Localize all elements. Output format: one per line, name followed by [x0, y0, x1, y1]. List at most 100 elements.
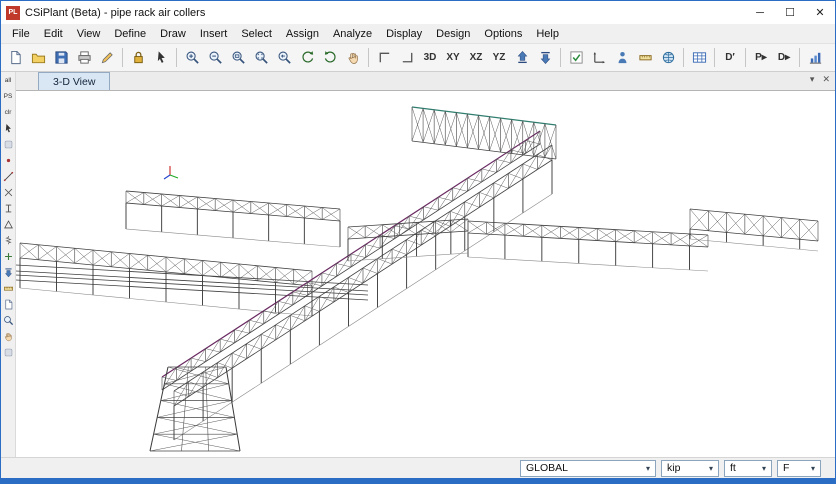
frame-limits-icon	[377, 50, 392, 65]
move-view-down-button[interactable]	[534, 47, 556, 69]
assign-spring-button[interactable]	[2, 234, 15, 247]
design-results-button[interactable]	[804, 47, 826, 69]
frame-limits-button[interactable]	[373, 47, 395, 69]
rotate-view-right-icon	[323, 50, 338, 65]
menu-define[interactable]: Define	[107, 26, 153, 42]
open-file-button[interactable]	[27, 47, 49, 69]
middle-region: all PS clr 3-D View ▾ ✕	[1, 72, 835, 457]
view-yz-button[interactable]: YZ	[488, 47, 510, 69]
menu-file[interactable]: File	[5, 26, 37, 42]
view-xy-button[interactable]: XY	[442, 47, 464, 69]
snap-toggle-button[interactable]	[565, 47, 587, 69]
tab-close-icon[interactable]: ✕	[822, 74, 830, 85]
zoom-in-icon	[185, 50, 200, 65]
previous-selection-button[interactable]: PS	[2, 90, 15, 103]
zoom-out-button[interactable]	[204, 47, 226, 69]
rotate-view-left-icon	[300, 50, 315, 65]
pan-view-icon	[346, 50, 361, 65]
object-shrink-button[interactable]	[611, 47, 633, 69]
select-all-button[interactable]: all	[2, 74, 15, 87]
global-axes-marker	[164, 166, 178, 179]
model-segment-right-portal-row	[468, 221, 708, 271]
menu-analyze[interactable]: Analyze	[326, 26, 379, 42]
assign-support-button[interactable]	[2, 218, 15, 231]
save-file-icon	[54, 50, 69, 65]
menu-display[interactable]: Display	[379, 26, 429, 42]
close-button[interactable]: ✕	[805, 1, 835, 24]
quick-draw-brace-button[interactable]	[2, 186, 15, 199]
zoom-previous-button[interactable]	[273, 47, 295, 69]
length-units-combo[interactable]: ft▾	[724, 460, 772, 477]
zoom-window-button[interactable]	[227, 47, 249, 69]
lock-model-button[interactable]	[127, 47, 149, 69]
note-tool-button[interactable]	[2, 298, 15, 311]
view-3d-button[interactable]: 3D	[419, 47, 441, 69]
display-p-button[interactable]: P▸	[750, 47, 772, 69]
move-view-up-button[interactable]	[511, 47, 533, 69]
model-segment-right-truss-bridge	[690, 209, 818, 251]
draw-frame-button[interactable]	[2, 170, 15, 183]
select-pointer-button[interactable]	[150, 47, 172, 69]
show-axes-button[interactable]	[588, 47, 610, 69]
measure-button[interactable]	[634, 47, 656, 69]
clear-selection-button[interactable]: clr	[2, 106, 15, 119]
force-units-combo[interactable]: kip▾	[661, 460, 719, 477]
move-view-down-icon	[538, 50, 553, 65]
draw-frame-icon	[3, 171, 14, 182]
globe-view-button[interactable]	[657, 47, 679, 69]
select-all-label: all	[5, 77, 12, 84]
zoom-window-icon	[231, 50, 246, 65]
save-file-button[interactable]	[50, 47, 72, 69]
draw-point-button[interactable]	[2, 154, 15, 167]
zoom-in-button[interactable]	[181, 47, 203, 69]
rotate-view-right-button[interactable]	[319, 47, 341, 69]
pan-tool-button[interactable]	[2, 330, 15, 343]
rotate-view-left-button[interactable]	[296, 47, 318, 69]
pan-view-button[interactable]	[342, 47, 364, 69]
display-d-button[interactable]: D▸	[773, 47, 795, 69]
model-canvas[interactable]	[16, 91, 835, 457]
menu-select[interactable]: Select	[234, 26, 279, 42]
insert-node-button[interactable]	[2, 250, 15, 263]
view-xz-button[interactable]: XZ	[465, 47, 487, 69]
assign-load-button[interactable]	[2, 266, 15, 279]
display-d-prime-button[interactable]: D′	[719, 47, 741, 69]
new-model-button[interactable]	[4, 47, 26, 69]
chevron-down-icon: ▾	[806, 464, 820, 473]
zoom-extents-button[interactable]	[250, 47, 272, 69]
menu-view[interactable]: View	[70, 26, 108, 42]
menu-design[interactable]: Design	[429, 26, 477, 42]
left-toolbar: all PS clr	[1, 72, 16, 457]
pan-tool-icon	[3, 331, 14, 342]
show-tables-button[interactable]	[688, 47, 710, 69]
menu-insert[interactable]: Insert	[193, 26, 235, 42]
reshape-tool-button[interactable]	[2, 138, 15, 151]
draw-pencil-button[interactable]	[96, 47, 118, 69]
menu-draw[interactable]: Draw	[153, 26, 193, 42]
pointer-tool-button[interactable]	[2, 122, 15, 135]
menu-edit[interactable]: Edit	[37, 26, 70, 42]
tab-controls: ▾ ✕	[810, 74, 830, 85]
properties-tool-button[interactable]	[2, 346, 15, 359]
temperature-units-combo[interactable]: F▾	[777, 460, 821, 477]
measure-tool-button[interactable]	[2, 282, 15, 295]
frame-limits-2-button[interactable]	[396, 47, 418, 69]
maximize-button[interactable]: ☐	[775, 1, 805, 24]
tab-3d-view[interactable]: 3-D View	[38, 72, 110, 90]
toolbar-separator	[122, 48, 123, 67]
minimize-button[interactable]: ─	[745, 1, 775, 24]
reshape-tool-icon	[3, 139, 14, 150]
zoom-tool-button[interactable]	[2, 314, 15, 327]
menu-help[interactable]: Help	[529, 26, 566, 42]
toolbar-separator	[560, 48, 561, 67]
menu-assign[interactable]: Assign	[279, 26, 326, 42]
draw-pencil-icon	[100, 50, 115, 65]
menu-options[interactable]: Options	[477, 26, 529, 42]
previous-selection-label: PS	[4, 93, 13, 100]
lock-model-icon	[131, 50, 146, 65]
globe-view-icon	[661, 50, 676, 65]
tab-list-chevron-icon[interactable]: ▾	[810, 74, 815, 85]
draw-section-button[interactable]	[2, 202, 15, 215]
print-button[interactable]	[73, 47, 95, 69]
coordinate-system-combo[interactable]: GLOBAL▾	[520, 460, 656, 477]
